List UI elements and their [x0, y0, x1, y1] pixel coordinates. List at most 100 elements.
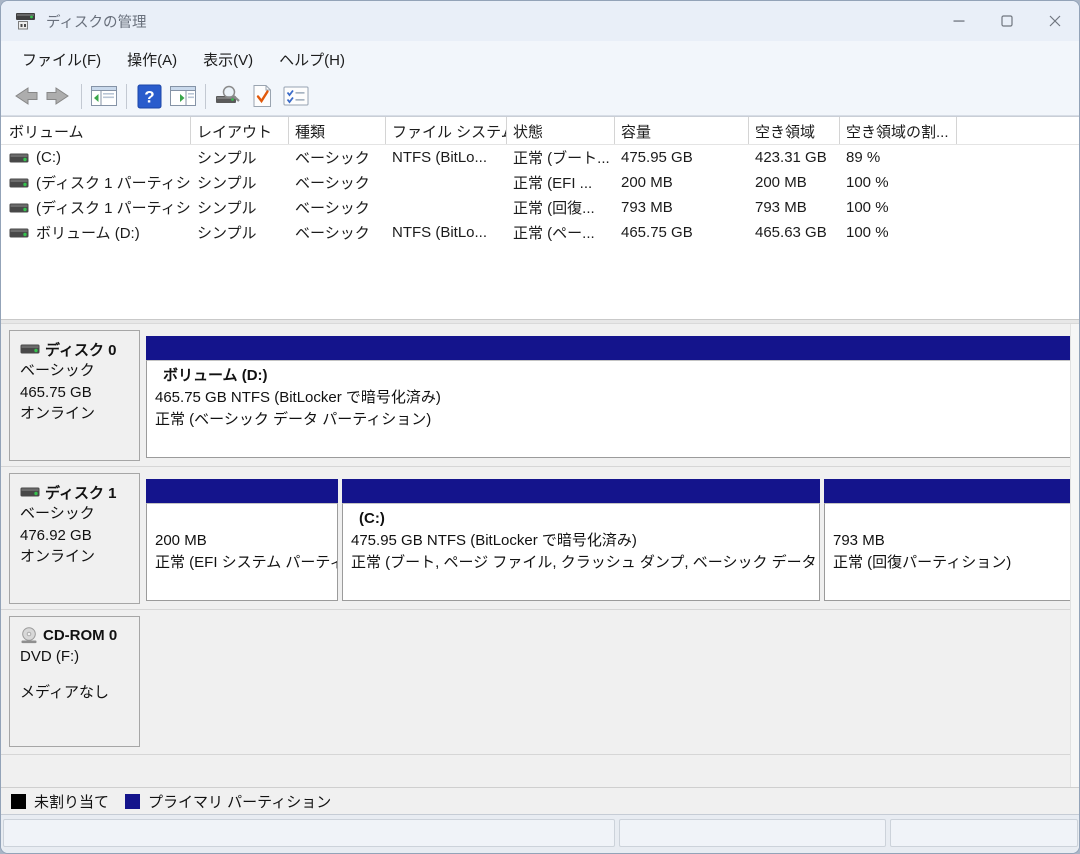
volume-capacity: 475.95 GB [615, 149, 749, 166]
volume-free-pct: 100 % [840, 224, 957, 241]
action-pane-button[interactable] [166, 81, 200, 111]
partition-color-bar [146, 479, 338, 503]
column-header-capacity[interactable]: 容量 [615, 117, 749, 144]
toolbar: ? [1, 77, 1079, 116]
column-header-free-space[interactable]: 空き領域 [749, 117, 840, 144]
partition-detail: 475.95 GB NTFS (BitLocker で暗号化済み) [351, 530, 810, 552]
maximize-icon [1001, 15, 1013, 27]
volume-status: 正常 (回復... [507, 197, 615, 218]
partition-recovery[interactable]: 793 MB 正常 (回復パーティション) [824, 479, 1071, 601]
volume-status: 正常 (ペー... [507, 222, 615, 243]
volume-type: ベーシック [289, 147, 386, 168]
volume-row-efi[interactable]: (ディスク 1 パーティシ... シンプル ベーシック 正常 (EFI ... … [1, 170, 1079, 195]
legend-primary-label: プライマリ パーティション [148, 791, 331, 812]
primary-partition-swatch [125, 794, 140, 809]
partition-efi[interactable]: 200 MB 正常 (EFI システム パーティ [146, 479, 338, 601]
toolbar-separator [126, 84, 127, 109]
column-header-filesystem[interactable]: ファイル システム [386, 117, 507, 144]
disk-kind: ベーシック [20, 360, 135, 382]
column-header-status[interactable]: 状態 [507, 117, 615, 144]
check-document-button[interactable] [245, 81, 279, 111]
disk-graph-pane: ディスク 0 ベーシック 465.75 GB オンライン ボリューム (D:) … [1, 324, 1079, 787]
cdrom-label: CD-ROM 0 [43, 627, 117, 644]
legend-bar: 未割り当て プライマリ パーティション [1, 787, 1079, 814]
column-header-volume[interactable]: ボリューム [1, 117, 191, 144]
cdrom-media: メディアなし [20, 682, 135, 704]
disk-1-row: ディスク 1 ベーシック 476.92 GB オンライン 200 MB 正常 (… [1, 467, 1079, 610]
volume-capacity: 200 MB [615, 174, 749, 191]
volume-row-recovery[interactable]: (ディスク 1 パーティシ... シンプル ベーシック 正常 (回復... 79… [1, 195, 1079, 220]
disk-label: ディスク 0 [45, 339, 116, 360]
help-button[interactable]: ? [132, 81, 166, 111]
back-button[interactable] [8, 81, 42, 111]
volume-layout: シンプル [191, 147, 289, 168]
menu-view[interactable]: 表示(V) [190, 42, 266, 77]
partition-color-bar [824, 479, 1071, 503]
volume-fs: NTFS (BitLo... [386, 224, 507, 241]
volume-free-pct: 100 % [840, 199, 957, 216]
minimize-icon [953, 15, 965, 27]
volume-row-d[interactable]: ボリューム (D:) シンプル ベーシック NTFS (BitLo... 正常 … [1, 220, 1079, 245]
volume-capacity: 793 MB [615, 199, 749, 216]
forward-icon [44, 85, 74, 107]
disk-management-window: ディスクの管理 ファイル(F) 操作(A) 表示(V) ヘルプ(H) [0, 0, 1080, 854]
menu-bar: ファイル(F) 操作(A) 表示(V) ヘルプ(H) [1, 41, 1079, 77]
back-icon [10, 85, 40, 107]
minimize-button[interactable] [935, 1, 983, 41]
partition-detail: 200 MB [155, 530, 328, 552]
column-header-type[interactable]: 種類 [289, 117, 386, 144]
console-tree-icon [90, 84, 118, 108]
disk-properties-button[interactable] [211, 81, 245, 111]
cdrom-drive: DVD (F:) [20, 646, 135, 668]
vertical-scrollbar[interactable] [1070, 324, 1079, 787]
maximize-button[interactable] [983, 1, 1031, 41]
cd-icon [20, 627, 38, 644]
menu-action[interactable]: 操作(A) [114, 42, 190, 77]
disk-state: オンライン [20, 546, 135, 568]
menu-help[interactable]: ヘルプ(H) [266, 42, 358, 77]
partition-status: 正常 (EFI システム パーティ [155, 552, 328, 574]
disk-label: ディスク 1 [45, 482, 116, 503]
disk-1-header[interactable]: ディスク 1 ベーシック 476.92 GB オンライン [9, 473, 140, 604]
drive-icon [9, 152, 29, 164]
close-icon [1049, 15, 1061, 27]
cdrom-0-row: CD-ROM 0 DVD (F:) メディアなし [1, 610, 1079, 755]
column-header-layout[interactable]: レイアウト [191, 117, 289, 144]
partition-d[interactable]: ボリューム (D:) 465.75 GB NTFS (BitLocker で暗号… [146, 336, 1071, 458]
volume-fs: NTFS (BitLo... [386, 149, 507, 166]
console-tree-button[interactable] [87, 81, 121, 111]
window-title: ディスクの管理 [46, 11, 146, 32]
drive-icon [20, 343, 40, 355]
volume-free: 200 MB [749, 174, 840, 191]
status-cell [890, 819, 1078, 847]
partition-detail: 465.75 GB NTFS (BitLocker で暗号化済み) [155, 387, 1061, 409]
legend-unallocated-label: 未割り当て [34, 791, 109, 812]
window-controls [935, 1, 1079, 41]
column-header-free-pct[interactable]: 空き領域の割... [840, 117, 957, 144]
action-pane-icon [169, 84, 197, 108]
close-button[interactable] [1031, 1, 1079, 41]
volume-name: (ディスク 1 パーティシ... [36, 172, 191, 193]
svg-text:?: ? [144, 87, 154, 106]
disk-0-partitions: ボリューム (D:) 465.75 GB NTFS (BitLocker で暗号… [146, 336, 1071, 458]
disk-management-icon [14, 11, 37, 32]
partition-c[interactable]: (C:) 475.95 GB NTFS (BitLocker で暗号化済み) 正… [342, 479, 820, 601]
partition-name: (C:) [351, 508, 810, 530]
volume-status: 正常 (EFI ... [507, 172, 615, 193]
partition-status: 正常 (回復パーティション) [833, 552, 1061, 574]
cdrom-0-header[interactable]: CD-ROM 0 DVD (F:) メディアなし [9, 616, 140, 747]
drive-icon [20, 486, 40, 498]
task-list-button[interactable] [279, 81, 313, 111]
menu-file[interactable]: ファイル(F) [9, 42, 114, 77]
partition-status: 正常 (ブート, ページ ファイル, クラッシュ ダンプ, ベーシック データ … [351, 552, 810, 574]
check-document-icon [249, 83, 275, 109]
partition-status: 正常 (ベーシック データ パーティション) [155, 409, 1061, 431]
drive-icon [9, 202, 29, 214]
disk-size: 476.92 GB [20, 525, 135, 547]
disk-0-header[interactable]: ディスク 0 ベーシック 465.75 GB オンライン [9, 330, 140, 461]
status-cell [619, 819, 886, 847]
forward-button[interactable] [42, 81, 76, 111]
volume-row-c[interactable]: (C:) シンプル ベーシック NTFS (BitLo... 正常 (ブート..… [1, 145, 1079, 170]
volume-capacity: 465.75 GB [615, 224, 749, 241]
status-cell [3, 819, 615, 847]
